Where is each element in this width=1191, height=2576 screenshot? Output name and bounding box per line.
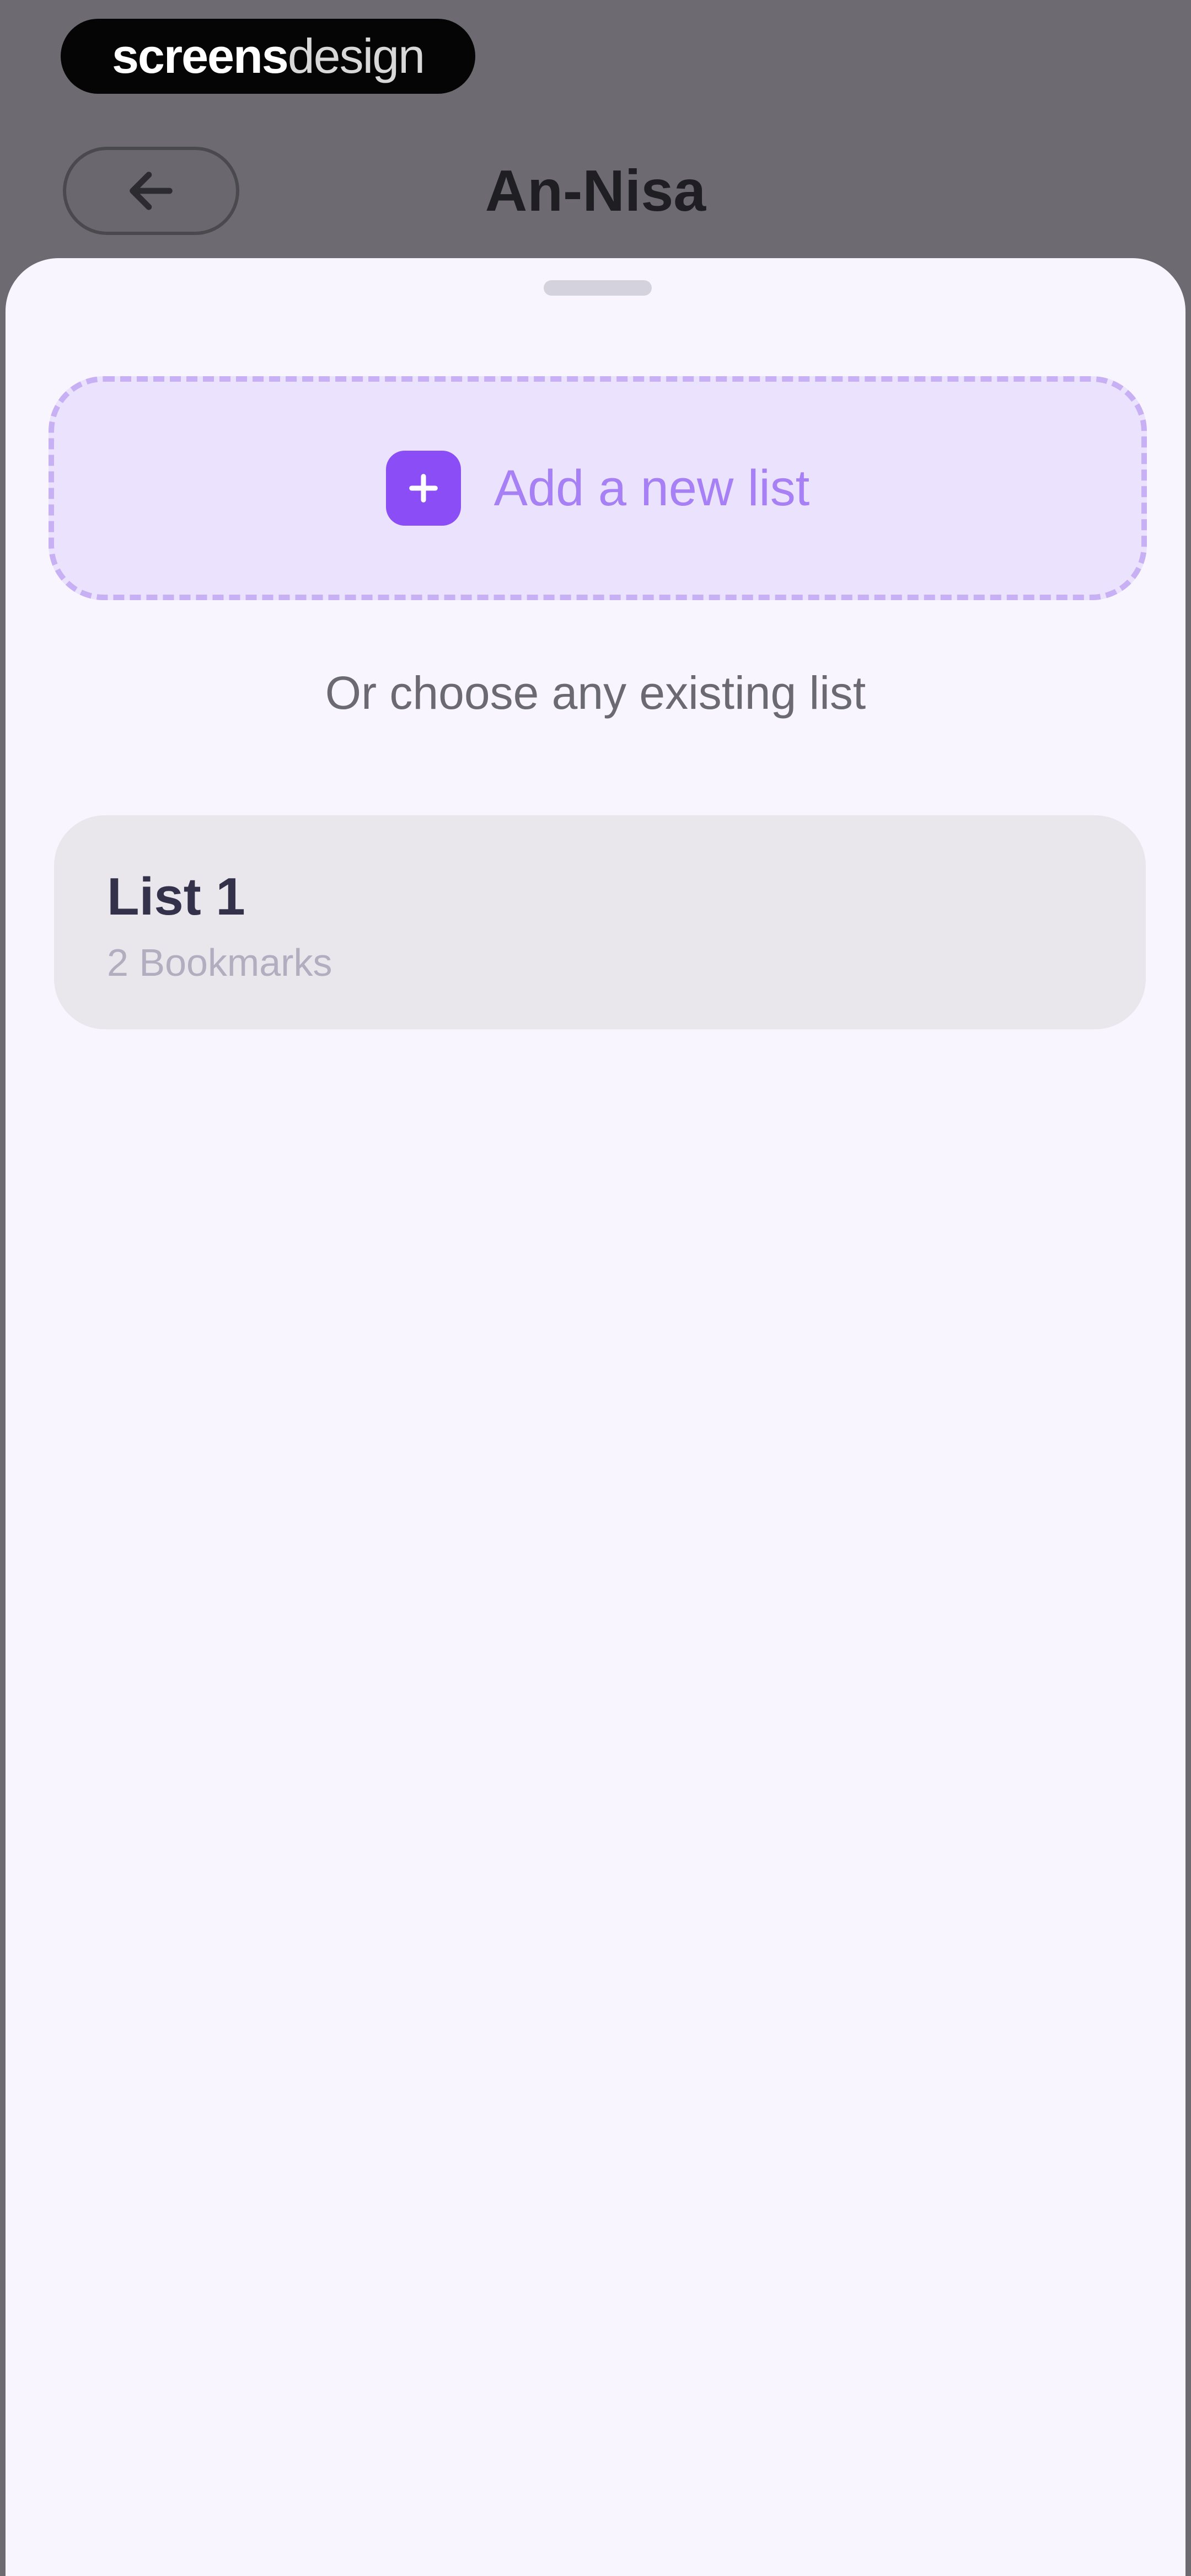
page-title: An-Nisa	[485, 158, 706, 223]
brand-light: design	[287, 29, 425, 83]
list-item[interactable]: List 1 2 Bookmarks	[54, 815, 1146, 1029]
add-new-list-label: Add a new list	[493, 459, 810, 516]
sheet-grabber[interactable]	[544, 280, 652, 296]
bottom-sheet: Add a new list Or choose any existing li…	[6, 258, 1185, 2576]
existing-lists-label: Or choose any existing list	[325, 667, 866, 719]
backdrop: screens design An-Nisa	[0, 0, 1191, 287]
list-item-subtitle: 2 Bookmarks	[107, 941, 332, 984]
add-new-list-button[interactable]: Add a new list	[49, 376, 1147, 600]
list-item-title: List 1	[107, 867, 245, 926]
brand-strong: screens	[111, 29, 289, 83]
plus-icon	[385, 451, 461, 526]
brand-logo: screens design	[61, 19, 475, 94]
